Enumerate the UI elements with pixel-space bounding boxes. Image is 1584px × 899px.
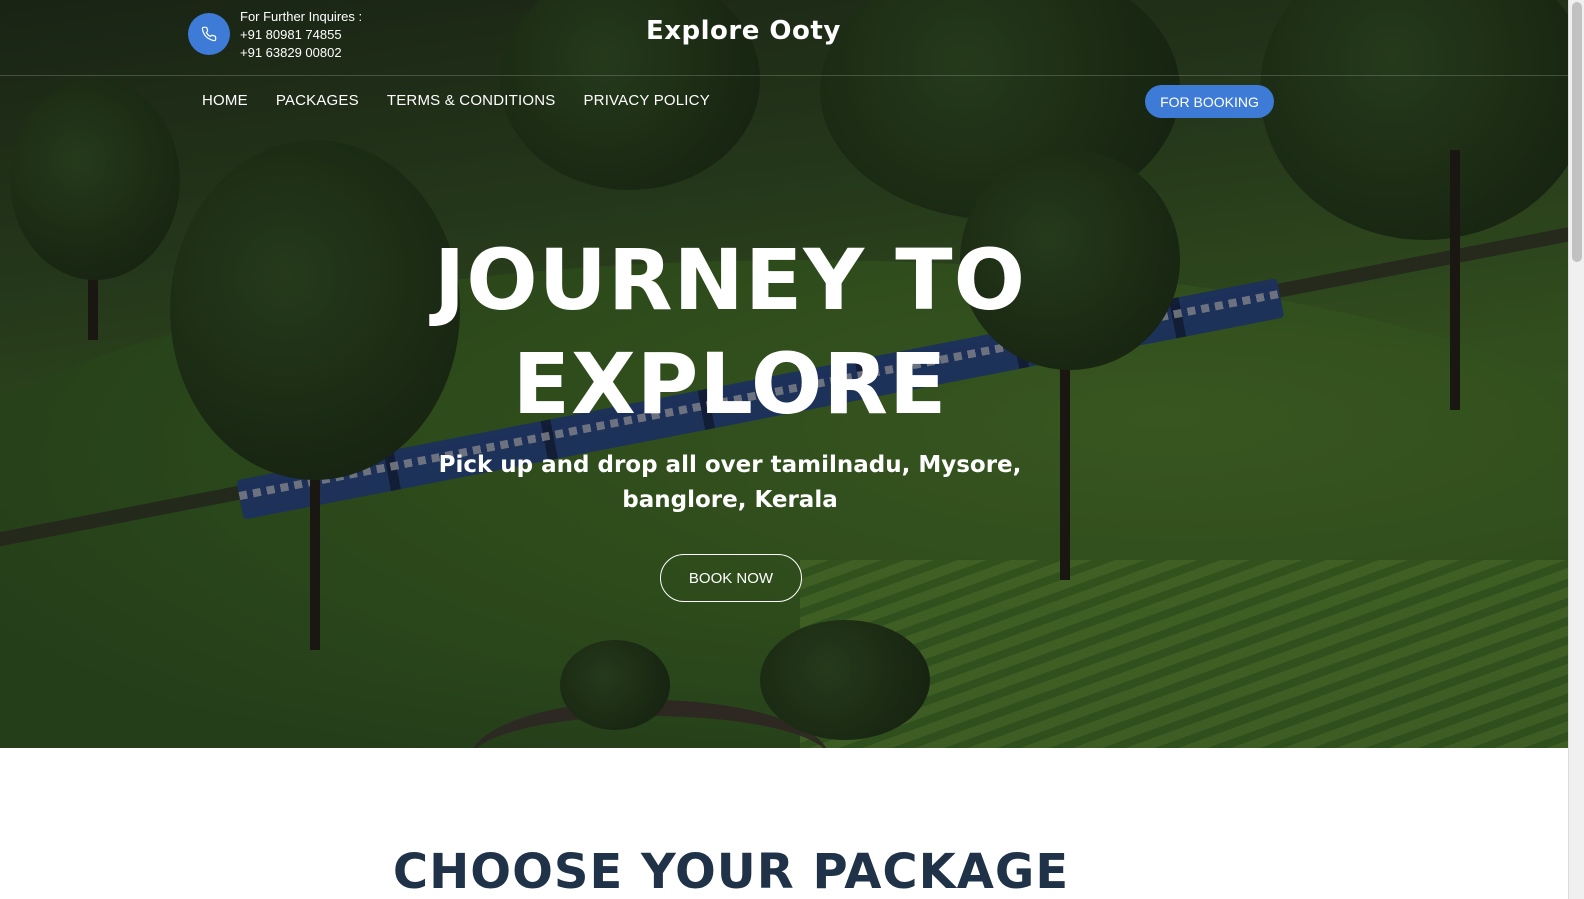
- scrollbar-thumb[interactable]: [1572, 2, 1582, 262]
- nav-privacy-policy[interactable]: PRIVACY POLICY: [583, 92, 709, 109]
- page-scrollbar[interactable]: [1568, 0, 1584, 899]
- site-logo[interactable]: Explore Ooty: [646, 16, 841, 46]
- hero-headline: JOURNEY TO EXPLORE: [330, 228, 1130, 436]
- hero-subtitle: Pick up and drop all over tamilnadu, Mys…: [438, 452, 1022, 513]
- nav-terms-conditions[interactable]: TERMS & CONDITIONS: [387, 92, 556, 109]
- nav-home[interactable]: HOME: [202, 92, 248, 109]
- nav-packages[interactable]: PACKAGES: [276, 92, 359, 109]
- book-now-button[interactable]: BOOK NOW: [660, 554, 802, 602]
- phone-number-2[interactable]: +91 63829 00802: [240, 44, 362, 62]
- top-bar: For Further Inquires : +91 80981 74855 +…: [0, 0, 1568, 76]
- for-booking-button[interactable]: FOR BOOKING: [1145, 85, 1274, 118]
- phone-icon[interactable]: [188, 13, 230, 55]
- hero-headline-line-1: JOURNEY TO: [433, 231, 1026, 329]
- contact-info: For Further Inquires : +91 80981 74855 +…: [240, 8, 362, 62]
- main-nav: HOME PACKAGES TERMS & CONDITIONS PRIVACY…: [202, 92, 738, 109]
- hero-section: For Further Inquires : +91 80981 74855 +…: [0, 0, 1568, 748]
- contact-label: For Further Inquires :: [240, 9, 363, 24]
- packages-section-title: CHOOSE YOUR PACKAGE: [392, 844, 1070, 899]
- phone-number-1[interactable]: +91 80981 74855: [240, 26, 362, 44]
- hero-headline-line-2: EXPLORE: [512, 335, 948, 433]
